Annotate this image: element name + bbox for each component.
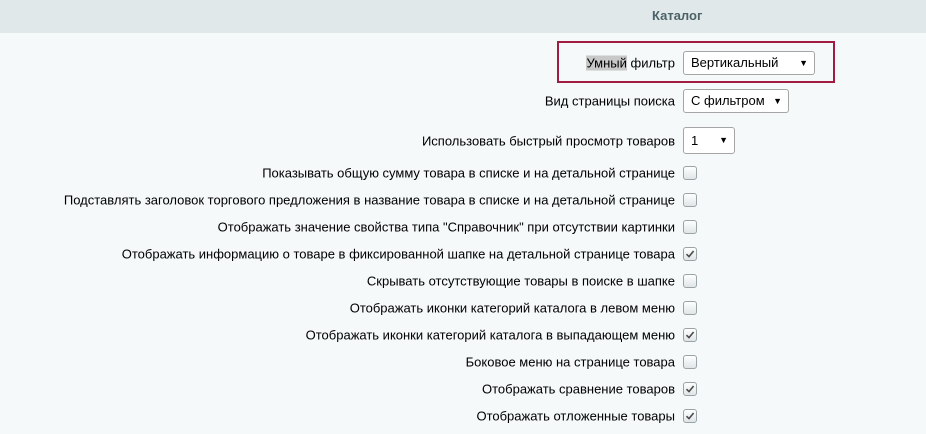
option-checkbox[interactable] [683,301,697,315]
option-checkbox[interactable] [683,220,697,234]
smart-filter-label: Умный фильтр [586,55,676,71]
smart-filter-label-highlighted: Умный [586,55,627,71]
chevron-down-icon: ▼ [773,96,782,106]
quick-view-value: 1 [691,133,699,148]
section-title: Каталог [652,8,703,23]
quick-view-row: Использовать быстрый просмотр товаров 1 … [0,127,926,154]
option-checkbox[interactable] [683,328,697,342]
option-checkbox[interactable] [683,193,697,207]
option-row: Подставлять заголовок торгового предложе… [0,188,926,212]
option-label: Отображать иконки категорий каталога в л… [349,300,675,316]
option-row: Отображать информацию о товаре в фиксиро… [0,242,926,266]
option-checkbox[interactable] [683,382,697,396]
checkmark-icon [685,331,695,339]
section-header: Каталог [0,0,926,33]
search-view-row: Вид страницы поиска С фильтром ▼ [0,89,926,113]
option-checkbox[interactable] [683,409,697,423]
option-row: Отображать иконки категорий каталога в в… [0,323,926,347]
search-view-label: Вид страницы поиска [544,93,675,109]
option-label: Отображать сравнение товаров [482,381,675,397]
option-checkbox[interactable] [683,274,697,288]
smart-filter-row: Умный фильтр Вертикальный ▼ [0,51,926,75]
option-label: Показывать общую сумму товара в списке и… [262,165,675,181]
chevron-down-icon: ▼ [799,58,808,68]
option-row: Скрывать отсутствующие товары в поиске в… [0,269,926,293]
option-label: Скрывать отсутствующие товары в поиске в… [366,273,675,289]
option-label: Боковое меню на странице товара [465,354,675,370]
option-row: Боковое меню на странице товара [0,350,926,374]
option-label: Отображать информацию о товаре в фиксиро… [121,246,675,262]
option-label: Отображать отложенные товары [476,408,675,424]
checkmark-icon [685,412,695,420]
option-label: Отображать значение свойства типа "Справ… [217,219,675,235]
option-checkbox[interactable] [683,355,697,369]
checkmark-icon [685,385,695,393]
option-row: Показывать общую сумму товара в списке и… [0,161,926,185]
option-row: Отображать отложенные товары [0,404,926,428]
search-view-select[interactable]: С фильтром ▼ [683,89,789,113]
smart-filter-value: Вертикальный [691,55,779,70]
checkmark-icon [685,250,695,258]
option-label: Отображать иконки категорий каталога в в… [305,327,675,343]
smart-filter-select[interactable]: Вертикальный ▼ [683,51,815,75]
quick-view-label: Использовать быстрый просмотр товаров [421,133,675,148]
option-row: Отображать иконки категорий каталога в л… [0,296,926,320]
option-checkbox[interactable] [683,166,697,180]
option-label: Подставлять заголовок торгового предложе… [63,192,675,208]
option-checkbox[interactable] [683,247,697,261]
smart-filter-label-rest: фильтр [626,55,676,71]
option-row: Отображать сравнение товаров [0,377,926,401]
search-view-value: С фильтром [691,93,765,108]
quick-view-select[interactable]: 1 ▼ [683,127,735,154]
chevron-down-icon: ▼ [719,135,728,145]
option-row: Отображать значение свойства типа "Справ… [0,215,926,239]
